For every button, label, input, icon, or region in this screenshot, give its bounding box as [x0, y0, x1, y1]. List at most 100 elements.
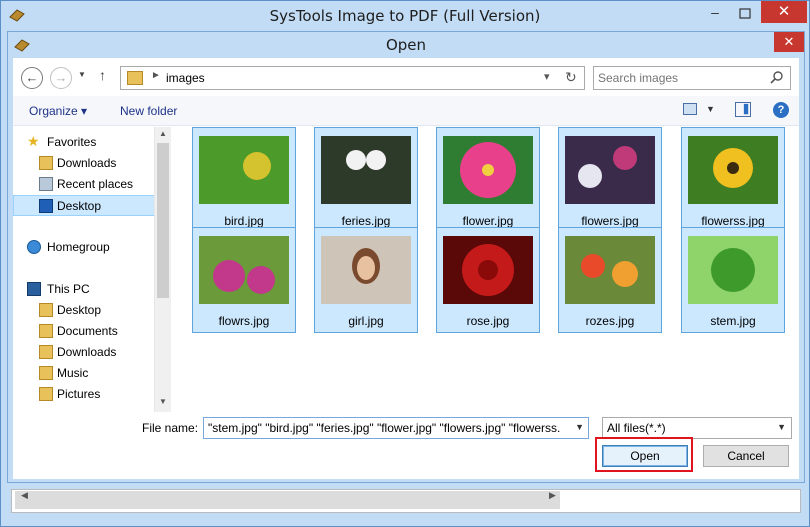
file-tile[interactable]: flowerss.jpg — [681, 127, 785, 233]
nav-item-label: Pictures — [57, 387, 101, 401]
recent-places-icon — [39, 177, 53, 191]
file-name: girl.jpg — [348, 314, 384, 328]
dialog-close-button[interactable]: ✕ — [774, 32, 804, 52]
open-button[interactable]: Open — [602, 445, 688, 467]
nav-item-documents[interactable]: Documents — [13, 321, 155, 342]
file-tile[interactable]: bird.jpg — [192, 127, 296, 233]
cancel-button[interactable]: Cancel — [703, 445, 789, 467]
folder-icon — [39, 156, 53, 170]
nav-item-label: Music — [57, 366, 89, 380]
nav-item-label: Downloads — [57, 156, 117, 170]
chevron-down-icon[interactable]: ▼ — [575, 422, 584, 432]
scroll-left-icon[interactable]: ◀ — [21, 490, 28, 501]
file-tile[interactable]: feries.jpg — [314, 127, 418, 233]
forward-button[interactable]: → — [50, 67, 72, 89]
image-thumbnail — [199, 236, 289, 304]
minimize-button[interactable]: – — [701, 4, 729, 24]
file-type-select[interactable]: All files(*.*) ▼ — [602, 417, 792, 439]
help-icon[interactable]: ? — [773, 102, 789, 118]
computer-icon — [27, 282, 41, 296]
file-tile[interactable]: flowers.jpg — [558, 127, 662, 233]
scroll-down-icon[interactable]: ▼ — [159, 397, 167, 406]
image-thumbnail — [199, 136, 289, 204]
view-options-chevron-icon[interactable]: ▼ — [706, 104, 715, 114]
file-tile[interactable]: flowrs.jpg — [192, 227, 296, 333]
file-name: stem.jpg — [710, 314, 756, 328]
file-tile[interactable]: rose.jpg — [436, 227, 540, 333]
folder-icon — [39, 303, 53, 317]
toolbar: Organize ▾ New folder ▼ ? — [13, 96, 799, 126]
preview-pane-icon[interactable] — [735, 102, 751, 117]
scroll-right-icon[interactable]: ▶ — [549, 490, 556, 501]
file-name: feries.jpg — [341, 214, 391, 228]
file-grid: bird.jpg feries.jpg flower.jpg flowers.j… — [183, 127, 799, 412]
nav-scrollbar-thumb[interactable] — [157, 143, 169, 298]
new-folder-button[interactable]: New folder — [120, 104, 177, 118]
address-bar[interactable]: ► images ▾ ↻ — [120, 66, 585, 90]
nav-item-pc-desktop[interactable]: Desktop — [13, 300, 155, 321]
file-name: rose.jpg — [466, 314, 510, 328]
image-thumbnail — [443, 136, 533, 204]
nav-item-recent-places[interactable]: Recent places — [13, 174, 155, 195]
nav-item-music[interactable]: Music — [13, 363, 155, 384]
dialog-body: ← → ▼ ↑ ► images ▾ ↻ Organize ▾ N — [13, 58, 799, 479]
change-view-icon[interactable] — [683, 103, 697, 115]
nav-item-favorites[interactable]: ★ Favorites — [13, 132, 155, 153]
file-tile[interactable]: rozes.jpg — [558, 227, 662, 333]
refresh-icon[interactable]: ↻ — [565, 69, 577, 86]
file-tile[interactable]: stem.jpg — [681, 227, 785, 333]
recent-locations-dropdown[interactable]: ▼ — [78, 70, 86, 79]
open-dialog: Open ✕ ← → ▼ ↑ ► images ▾ ↻ Search image… — [7, 31, 805, 483]
navigation-pane: ★ Favorites Downloads Recent places Desk… — [13, 127, 171, 412]
nav-scrollbar[interactable]: ▲ ▼ — [154, 127, 171, 412]
nav-item-pictures[interactable]: Pictures — [13, 384, 155, 405]
nav-item-homegroup[interactable]: Homegroup — [13, 237, 155, 258]
image-thumbnail — [688, 136, 778, 204]
image-thumbnail — [565, 236, 655, 304]
folder-icon — [127, 71, 143, 85]
folder-icon — [39, 324, 53, 338]
scroll-up-icon[interactable]: ▲ — [159, 129, 167, 138]
file-name: flowrs.jpg — [218, 314, 270, 328]
search-input[interactable] — [598, 70, 763, 86]
organize-button[interactable]: Organize ▾ — [29, 104, 87, 118]
file-name: flowers.jpg — [581, 214, 639, 228]
search-icon[interactable] — [770, 70, 784, 84]
address-history-chevron-icon[interactable]: ▾ — [544, 70, 550, 83]
file-name: bird.jpg — [224, 214, 264, 228]
file-name-field[interactable]: "stem.jpg" "bird.jpg" "feries.jpg" "flow… — [203, 417, 589, 439]
breadcrumb-current[interactable]: images — [166, 71, 205, 85]
breadcrumb-separator-icon: ► — [151, 70, 161, 81]
app-close-button[interactable]: ✕ — [761, 1, 807, 23]
homegroup-icon — [27, 240, 41, 254]
app-title: SysTools Image to PDF (Full Version) — [269, 7, 541, 25]
app-window: SysTools Image to PDF (Full Version) – ✕… — [0, 0, 810, 527]
folder-icon — [39, 366, 53, 380]
nav-item-label: Desktop — [57, 199, 102, 213]
nav-item-pc-downloads[interactable]: Downloads — [13, 342, 155, 363]
file-name-label: File name: — [142, 421, 199, 435]
file-tile[interactable]: girl.jpg — [314, 227, 418, 333]
nav-item-label: Homegroup — [47, 240, 110, 254]
image-thumbnail — [443, 236, 533, 304]
image-thumbnail — [688, 236, 778, 304]
nav-item-label: Documents — [57, 324, 118, 338]
image-thumbnail — [321, 236, 411, 304]
nav-item-label: Recent places — [57, 177, 134, 191]
folder-icon — [39, 387, 53, 401]
app-titlebar: SysTools Image to PDF (Full Version) – ✕ — [1, 1, 809, 31]
dialog-title: Open — [385, 36, 427, 54]
nav-item-this-pc[interactable]: This PC — [13, 279, 155, 300]
chevron-down-icon[interactable]: ▼ — [777, 422, 786, 432]
file-name: flower.jpg — [462, 214, 514, 228]
nav-item-desktop[interactable]: Desktop — [13, 195, 155, 216]
nav-item-label: This PC — [47, 282, 90, 296]
desktop-icon — [39, 199, 53, 213]
horizontal-scrollbar[interactable] — [15, 491, 560, 509]
nav-item-downloads[interactable]: Downloads — [13, 153, 155, 174]
nav-item-label: Favorites — [47, 135, 97, 149]
file-tile[interactable]: flower.jpg — [436, 127, 540, 233]
maximize-button[interactable] — [731, 4, 759, 24]
up-button[interactable]: ↑ — [99, 67, 106, 83]
back-button[interactable]: ← — [21, 67, 43, 89]
